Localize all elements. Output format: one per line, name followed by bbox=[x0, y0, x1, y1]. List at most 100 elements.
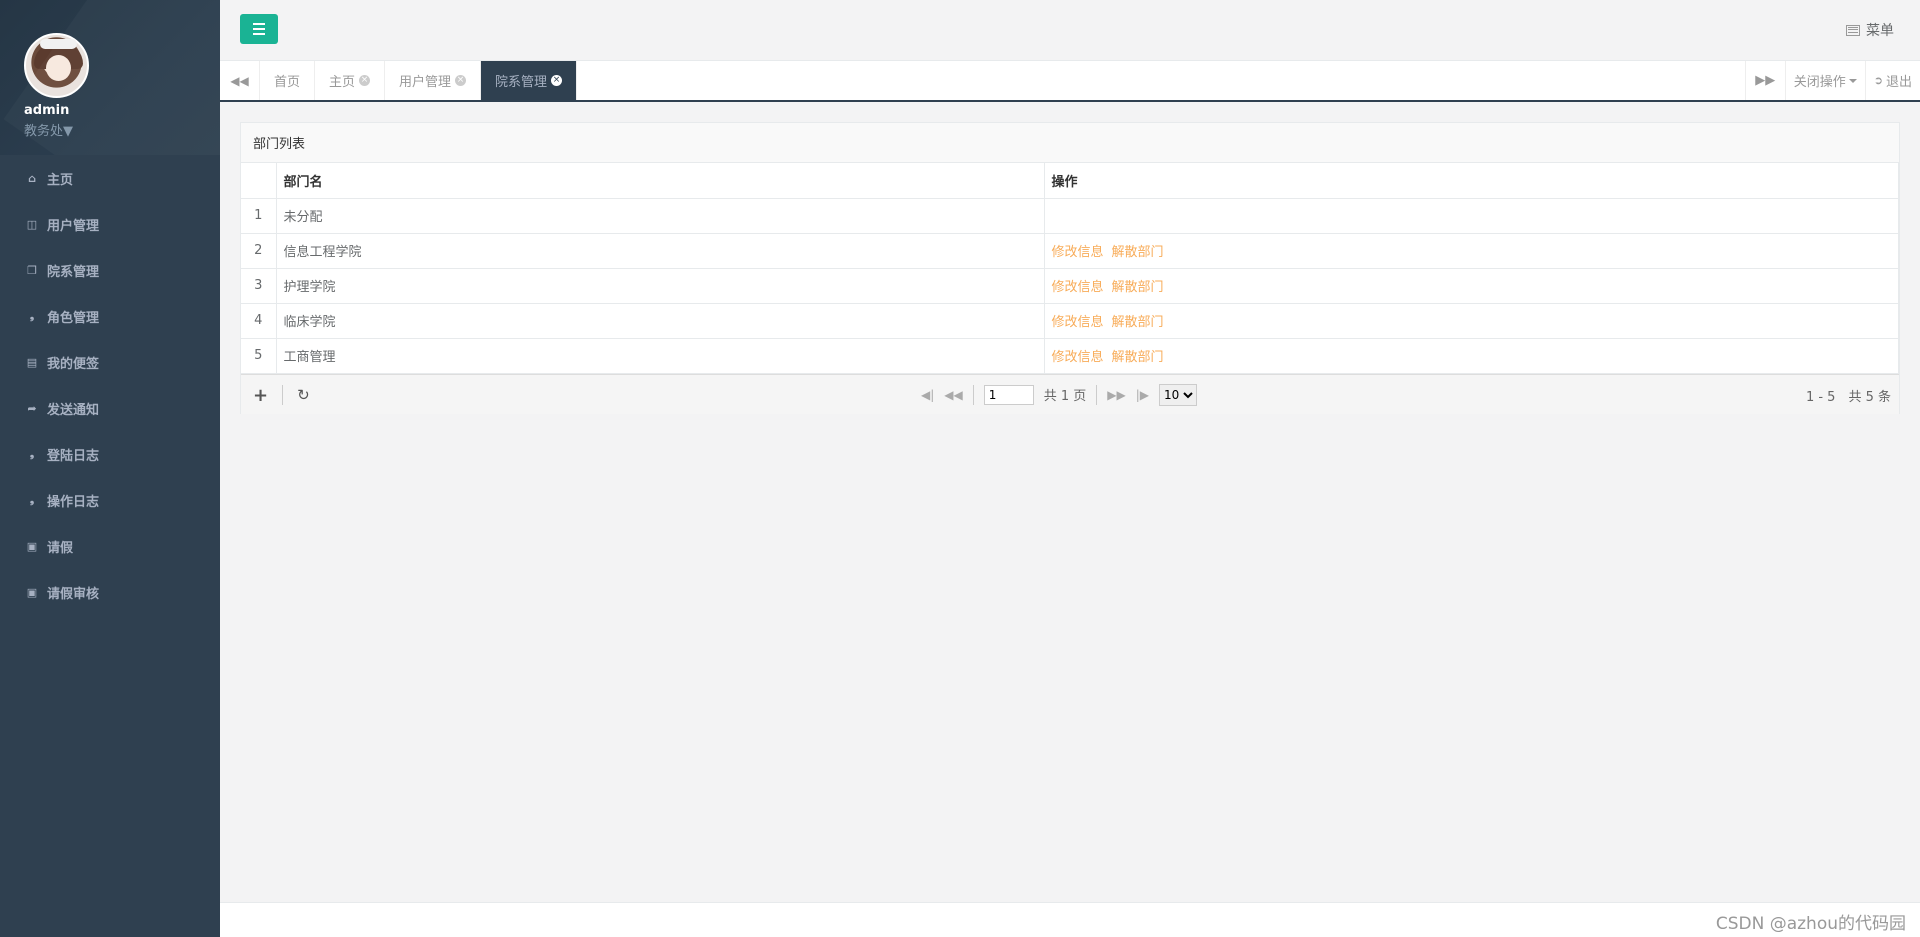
sidebar-item-label: 角色管理 bbox=[47, 310, 100, 326]
sidebar-item[interactable]: ▣ 请假审核 bbox=[0, 569, 220, 615]
menu-label: 菜单 bbox=[1866, 23, 1894, 39]
sidebar-item-label: 请假 bbox=[47, 540, 74, 556]
pagination: ◀| ◀◀ 共 1 页 ▶▶ |▶ 10 bbox=[921, 383, 1198, 406]
tab-label: 院系管理 bbox=[495, 75, 548, 90]
tab-close-icon[interactable]: × bbox=[551, 75, 563, 86]
role-dropdown[interactable]: 教务处▼ bbox=[24, 120, 220, 139]
department-table: 部门名 操作 1 未分配 2 信息工程学院 修改信息 解散部门 3 护理学院 修改信息 解散部门 4… bbox=[241, 163, 1899, 374]
table-row: 2 信息工程学院 修改信息 解散部门 bbox=[241, 233, 1899, 269]
row-actions: 修改信息 解散部门 bbox=[1044, 303, 1899, 339]
tab[interactable]: 用户管理 × bbox=[385, 61, 482, 100]
tabs-bar: ◀◀ 首页 主页 × 用户管理 × 院系管理 × ▶▶ 关闭操作 ➲ 退出 bbox=[220, 61, 1920, 102]
table-row: 5 工商管理 修改信息 解散部门 bbox=[241, 338, 1899, 374]
logout-button[interactable]: ➲ 退出 bbox=[1864, 61, 1920, 100]
dissolve-department-link[interactable]: 解散部门 bbox=[1112, 280, 1164, 295]
sidebar-item-label: 发送通知 bbox=[47, 402, 100, 418]
tab-label: 首页 bbox=[274, 75, 301, 90]
dissolve-department-link[interactable]: 解散部门 bbox=[1112, 315, 1164, 330]
page-size-select[interactable]: 10 bbox=[1159, 383, 1198, 406]
columns-icon: ◫ bbox=[26, 217, 38, 231]
first-page-icon[interactable]: ◀| bbox=[921, 388, 934, 402]
tabs-scroll-left-icon[interactable]: ◀◀ bbox=[220, 61, 260, 100]
tab[interactable]: 首页 bbox=[260, 61, 316, 100]
department-panel: 部门列表 部门名 操作 1 未分配 2 信息工程学院 修改信息 解散部门 3 护理学院 修改信息… bbox=[240, 122, 1900, 414]
department-name: 临床学院 bbox=[276, 303, 1045, 339]
prev-page-icon[interactable]: ◀◀ bbox=[944, 388, 962, 402]
record-summary: 1 - 5 共 5 条 bbox=[1805, 389, 1891, 405]
sidebar-item-label: 操作日志 bbox=[47, 494, 100, 510]
watermark: CSDN @azhou的代码园 bbox=[1715, 914, 1906, 934]
table-footer: + ↻ ◀| ◀◀ 共 1 页 ▶▶ |▶ 10 1 - 5 共 5 条 bbox=[241, 373, 1899, 414]
row-actions bbox=[1044, 198, 1899, 234]
table-row: 3 护理学院 修改信息 解散部门 bbox=[241, 268, 1899, 304]
tab-close-icon[interactable]: × bbox=[359, 75, 371, 86]
tab-label: 主页 bbox=[329, 75, 356, 90]
close-ops-label: 关闭操作 bbox=[1793, 75, 1846, 90]
tab-close-icon[interactable]: × bbox=[455, 75, 467, 86]
sidebar-item[interactable]: ▣ 请假 bbox=[0, 523, 220, 569]
row-actions: 修改信息 解散部门 bbox=[1044, 338, 1899, 374]
edit-info-link[interactable]: 修改信息 bbox=[1052, 280, 1104, 295]
logout-label: 退出 bbox=[1885, 75, 1912, 90]
username: admin bbox=[24, 103, 70, 118]
share-icon: ➦ bbox=[27, 401, 37, 415]
edit-info-link[interactable]: 修改信息 bbox=[1052, 350, 1104, 365]
row-index: 2 bbox=[241, 233, 277, 269]
column-header-name: 部门名 bbox=[276, 163, 1045, 199]
note-icon: ▤ bbox=[26, 355, 38, 369]
sidebar-item[interactable]: ▤ 我的便签 bbox=[0, 339, 220, 385]
edit-info-link[interactable]: 修改信息 bbox=[1052, 315, 1104, 330]
department-name: 工商管理 bbox=[276, 338, 1045, 374]
logout-icon: ➲ bbox=[1873, 74, 1883, 87]
column-header-actions: 操作 bbox=[1044, 163, 1899, 199]
menu-toggle[interactable]: 菜单 bbox=[1846, 20, 1894, 40]
sidebar-item[interactable]: ⌂ 主页 bbox=[0, 155, 220, 201]
department-name: 信息工程学院 bbox=[276, 233, 1045, 269]
total-pages-text: 共 1 页 bbox=[1043, 389, 1087, 404]
table-row: 1 未分配 bbox=[241, 198, 1899, 234]
calendar-plus-icon: ▣ bbox=[26, 539, 38, 553]
tags-icon: ❟ bbox=[29, 493, 35, 506]
tab[interactable]: 院系管理 × bbox=[481, 61, 578, 100]
page-number-input[interactable] bbox=[983, 384, 1034, 405]
footer: CSDN @azhou的代码园 bbox=[220, 902, 1920, 937]
row-actions: 修改信息 解散部门 bbox=[1044, 233, 1899, 269]
tabs-scroll-right-icon[interactable]: ▶▶ bbox=[1744, 61, 1785, 100]
menu-icon bbox=[1846, 24, 1860, 36]
toggle-sidebar-button[interactable] bbox=[240, 14, 278, 44]
sidebar-item[interactable]: ❟ 登陆日志 bbox=[0, 431, 220, 477]
sidebar-item[interactable]: ❐ 院系管理 bbox=[0, 247, 220, 293]
profile-section: admin 教务处▼ bbox=[0, 0, 220, 155]
row-actions: 修改信息 解散部门 bbox=[1044, 268, 1899, 304]
department-name: 护理学院 bbox=[276, 268, 1045, 304]
panel-title: 部门列表 bbox=[241, 123, 1899, 163]
edit-info-link[interactable]: 修改信息 bbox=[1052, 245, 1104, 260]
dissolve-department-link[interactable]: 解散部门 bbox=[1112, 350, 1164, 365]
sidebar-item[interactable]: ❟ 操作日志 bbox=[0, 477, 220, 523]
sidebar-item[interactable]: ➦ 发送通知 bbox=[0, 385, 220, 431]
table-row: 4 临床学院 修改信息 解散部门 bbox=[241, 303, 1899, 339]
tab[interactable]: 主页 × bbox=[315, 61, 386, 100]
topbar: 菜单 bbox=[220, 0, 1920, 61]
close-ops-dropdown[interactable]: 关闭操作 bbox=[1784, 61, 1865, 100]
copy-icon: ❐ bbox=[27, 263, 37, 277]
avatar[interactable] bbox=[24, 33, 89, 98]
sidebar-item-label: 院系管理 bbox=[47, 264, 100, 280]
dissolve-department-link[interactable]: 解散部门 bbox=[1112, 245, 1164, 260]
sidebar-nav: ⌂ 主页 ◫ 用户管理 ❐ 院系管理 ❟ 角色管理 ▤ 我的便签 ➦ 发送通知 ❟ 登陆日志 ❟ 操作日志 ▣ 请… bbox=[0, 155, 220, 615]
table-header-row: 部门名 操作 bbox=[241, 163, 1899, 199]
tags-icon: ❟ bbox=[29, 447, 35, 460]
home-icon: ⌂ bbox=[28, 171, 36, 185]
last-page-icon[interactable]: |▶ bbox=[1136, 388, 1149, 402]
sidebar-item-label: 登陆日志 bbox=[47, 448, 100, 464]
sidebar-item-label: 用户管理 bbox=[47, 218, 100, 234]
sidebar-item-label: 我的便签 bbox=[47, 356, 100, 372]
row-index: 1 bbox=[241, 198, 277, 234]
row-index: 3 bbox=[241, 268, 277, 304]
next-page-icon[interactable]: ▶▶ bbox=[1107, 388, 1125, 402]
add-icon[interactable]: + bbox=[253, 385, 268, 406]
refresh-icon[interactable]: ↻ bbox=[297, 386, 310, 404]
sidebar-item[interactable]: ◫ 用户管理 bbox=[0, 201, 220, 247]
sidebar-item[interactable]: ❟ 角色管理 bbox=[0, 293, 220, 339]
row-index: 5 bbox=[241, 338, 277, 374]
